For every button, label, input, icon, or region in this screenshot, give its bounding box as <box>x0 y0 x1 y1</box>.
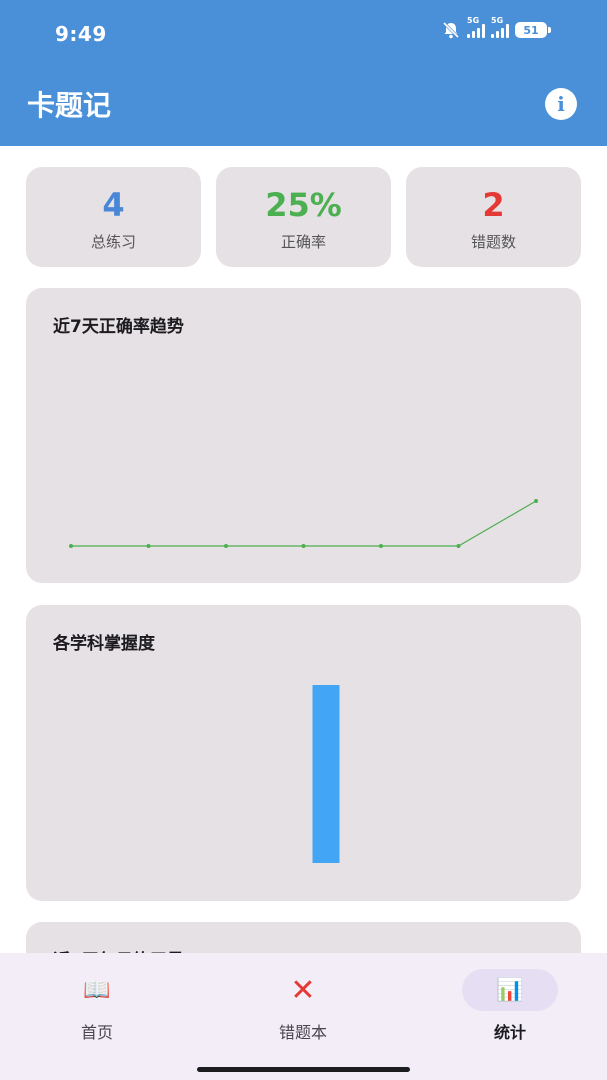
network-type: 5G <box>467 16 480 25</box>
trend-point <box>534 499 538 503</box>
bell-muted-icon <box>442 21 460 39</box>
info-icon: i <box>557 92 565 116</box>
trend-point <box>456 544 461 548</box>
signal-icon: 5G <box>491 16 509 38</box>
bar-chart-icon: 📊 <box>462 969 558 1011</box>
chart-title: 近7天正确率趋势 <box>53 317 184 337</box>
subject-bar <box>312 685 340 863</box>
trend-point <box>69 544 73 548</box>
subject-chart-card: 各学科掌握度 <box>26 605 581 901</box>
stat-card-accuracy: 25% 正确率 <box>216 167 391 267</box>
network-type: 5G <box>491 16 504 25</box>
stat-label: 总练习 <box>90 233 136 251</box>
status-icons: 5G 5G 51 <box>441 16 551 40</box>
battery-icon: 51 <box>515 22 551 38</box>
nav-label: 首页 <box>80 1023 113 1042</box>
stat-label: 正确率 <box>280 233 326 251</box>
stat-card-wrong: 2 错题数 <box>406 167 581 267</box>
trend-point <box>379 544 383 548</box>
trend-chart-card: 近7天正确率趋势 <box>26 288 581 583</box>
info-button[interactable]: i <box>545 88 577 120</box>
nav-item-wrong-book[interactable]: ✕ 错题本 <box>243 969 363 1043</box>
trend-point <box>224 544 228 548</box>
battery-level: 51 <box>515 22 547 38</box>
chart-title: 各学科掌握度 <box>53 634 155 654</box>
status-time: 9:49 <box>55 22 107 46</box>
page-title: 卡题记 <box>27 89 112 122</box>
trend-point <box>146 544 151 548</box>
stat-value: 2 <box>482 186 505 224</box>
home-indicator <box>197 1067 410 1072</box>
stat-value: 4 <box>102 186 125 224</box>
nav-label: 错题本 <box>278 1023 327 1042</box>
app-bar: 9:49 5G 5G 51 卡题记 i <box>0 0 607 146</box>
stat-value: 25% <box>265 186 342 224</box>
stat-card-total: 4 总练习 <box>26 167 201 267</box>
stat-label: 错题数 <box>470 233 516 251</box>
cross-icon: ✕ <box>290 972 316 1008</box>
book-icon: 📖 <box>83 977 111 1003</box>
nav-item-home[interactable]: 📖 首页 <box>37 969 157 1043</box>
nav-item-stats[interactable]: 📊 统计 <box>450 969 570 1043</box>
nav-label: 统计 <box>493 1023 526 1042</box>
bottom-nav: 📖 首页 ✕ 错题本 📊 统计 <box>0 953 607 1080</box>
trend-point <box>301 544 306 548</box>
signal-icon: 5G <box>467 16 485 38</box>
trend-line <box>71 500 537 547</box>
